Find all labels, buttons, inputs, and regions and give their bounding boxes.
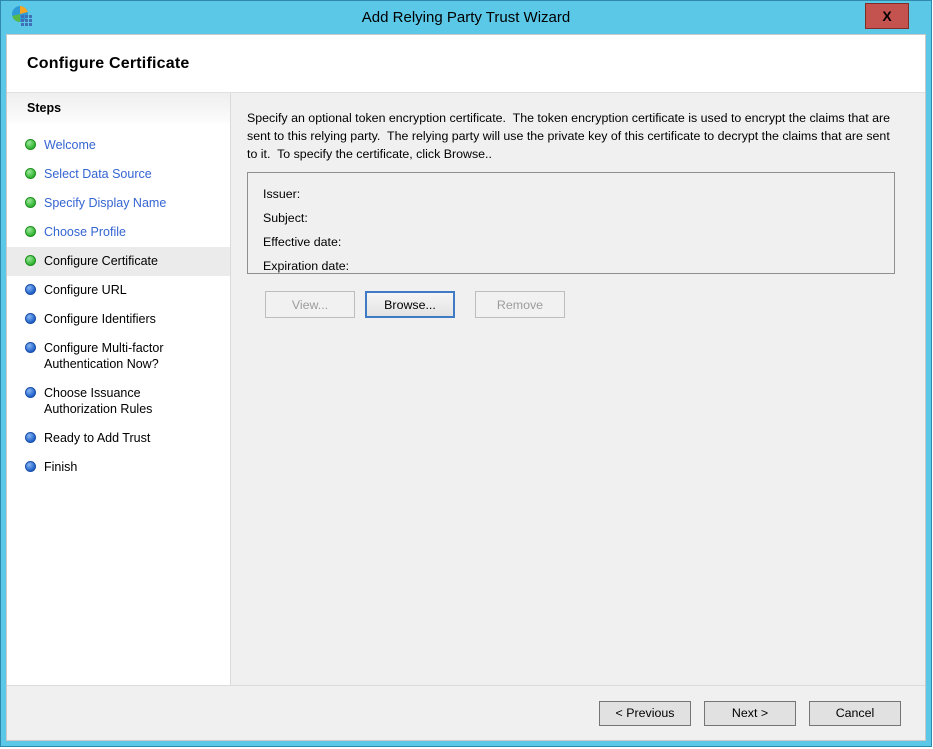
step-bullet-icon bbox=[25, 284, 36, 295]
window-body: Configure Certificate Steps Welcome Selec… bbox=[6, 34, 926, 741]
close-button[interactable]: X bbox=[865, 3, 909, 29]
step-bullet-icon bbox=[25, 313, 36, 324]
step-label: Configure Identifiers bbox=[44, 311, 156, 327]
step-bullet-icon bbox=[25, 387, 36, 398]
step-bullet-icon bbox=[25, 432, 36, 443]
step-label[interactable]: Specify Display Name bbox=[44, 195, 166, 211]
step-label[interactable]: Select Data Source bbox=[44, 166, 152, 182]
step-item-finish: Finish bbox=[7, 453, 230, 482]
certificate-field-subject: Subject: bbox=[263, 206, 879, 230]
step-item-ready-to-add-trust: Ready to Add Trust bbox=[7, 424, 230, 453]
step-item-specify-display-name[interactable]: Specify Display Name bbox=[7, 189, 230, 218]
step-item-configure-certificate: Configure Certificate bbox=[7, 247, 230, 276]
step-label: Configure Certificate bbox=[44, 253, 158, 269]
step-item-configure-url: Configure URL bbox=[7, 276, 230, 305]
step-label: Ready to Add Trust bbox=[44, 430, 150, 446]
browse-button[interactable]: Browse... bbox=[365, 291, 455, 318]
step-bullet-icon bbox=[25, 226, 36, 237]
step-item-welcome[interactable]: Welcome bbox=[7, 131, 230, 160]
window-title: Add Relying Party Trust Wizard bbox=[6, 1, 926, 34]
step-item-choose-issuance-authorization-rules: Choose Issuance Authorization Rules bbox=[7, 379, 230, 424]
step-item-choose-profile[interactable]: Choose Profile bbox=[7, 218, 230, 247]
cancel-button[interactable]: Cancel bbox=[809, 701, 901, 726]
steps-header: Steps bbox=[7, 93, 230, 123]
certificate-field-label: Issuer: bbox=[263, 187, 300, 201]
description-text: Specify an optional token encryption cer… bbox=[247, 109, 895, 163]
step-label: Configure Multi-factor Authentication No… bbox=[44, 340, 199, 372]
step-label: Finish bbox=[44, 459, 77, 475]
view-button: View... bbox=[265, 291, 355, 318]
step-label: Configure URL bbox=[44, 282, 127, 298]
body-row: Steps Welcome Select Data Source Specify D… bbox=[7, 93, 925, 685]
page-title: Configure Certificate bbox=[7, 55, 189, 73]
step-bullet-icon bbox=[25, 255, 36, 266]
step-item-select-data-source[interactable]: Select Data Source bbox=[7, 160, 230, 189]
step-bullet-icon bbox=[25, 342, 36, 353]
step-item-configure-identifiers: Configure Identifiers bbox=[7, 305, 230, 334]
page-header: Configure Certificate bbox=[7, 35, 925, 93]
certificate-info-box: Issuer: Subject: Effective date: Expiration… bbox=[247, 172, 895, 274]
step-label[interactable]: Welcome bbox=[44, 137, 96, 153]
titlebar: Add Relying Party Trust Wizard X bbox=[6, 1, 926, 34]
screen: Add Relying Party Trust Wizard X Configu… bbox=[0, 0, 933, 749]
certificate-field-effective-date: Effective date: bbox=[263, 230, 879, 254]
next-button[interactable]: Next > bbox=[704, 701, 796, 726]
step-item-configure-multi-factor-authentication-now: Configure Multi-factor Authentication No… bbox=[7, 334, 230, 379]
step-label[interactable]: Choose Profile bbox=[44, 224, 126, 240]
step-bullet-icon bbox=[25, 168, 36, 179]
certificate-field-label: Effective date: bbox=[263, 235, 341, 249]
certificate-field-expiration-date: Expiration date: bbox=[263, 254, 879, 278]
certificate-field-issuer: Issuer: bbox=[263, 182, 879, 206]
steps-sidebar: Steps Welcome Select Data Source Specify D… bbox=[7, 93, 230, 685]
content-panel: Specify an optional token encryption cer… bbox=[230, 93, 925, 685]
step-bullet-icon bbox=[25, 197, 36, 208]
previous-button[interactable]: < Previous bbox=[599, 701, 691, 726]
certificate-field-label: Subject: bbox=[263, 211, 308, 225]
step-bullet-icon bbox=[25, 139, 36, 150]
wizard-window: Add Relying Party Trust Wizard X Configu… bbox=[0, 0, 932, 747]
step-bullet-icon bbox=[25, 461, 36, 472]
certificate-field-label: Expiration date: bbox=[263, 259, 349, 273]
footer-buttons: < Previous Next > Cancel bbox=[7, 685, 925, 740]
certificate-actions: View... Browse... Remove bbox=[265, 291, 909, 318]
step-label: Choose Issuance Authorization Rules bbox=[44, 385, 199, 417]
steps-list: Welcome Select Data Source Specify Display… bbox=[7, 131, 230, 482]
remove-button: Remove bbox=[475, 291, 565, 318]
